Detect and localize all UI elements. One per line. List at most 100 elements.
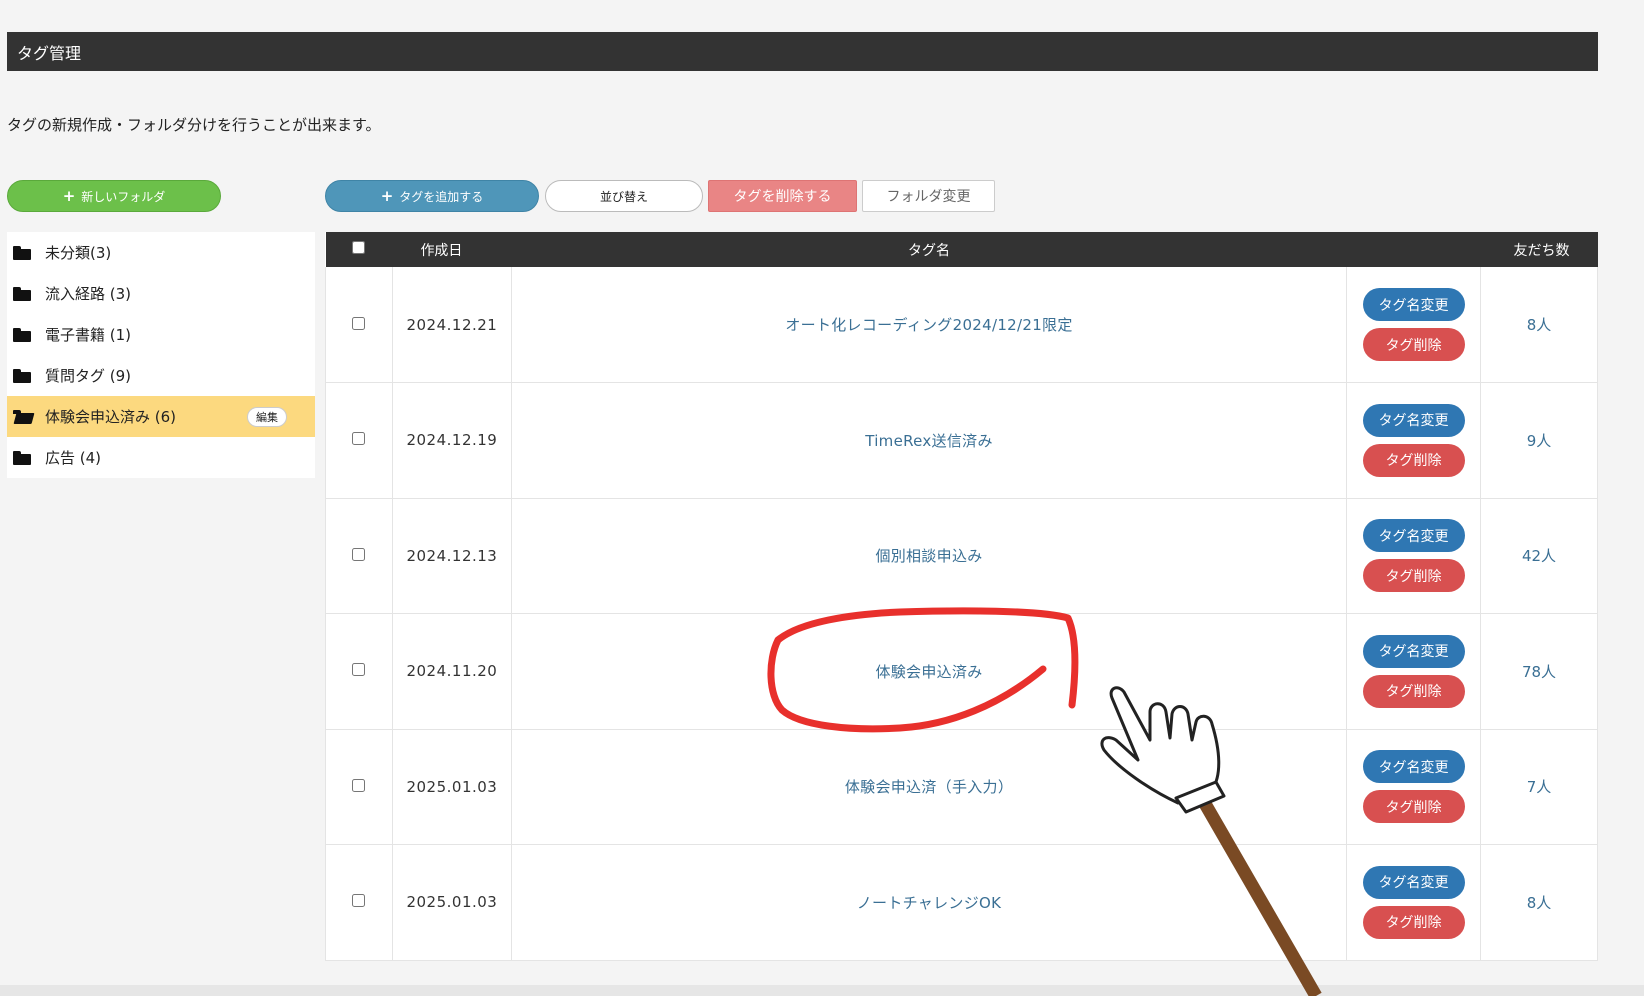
new-folder-label: 新しいフォルダ — [81, 189, 166, 204]
table-row: 2025.01.03 ノートチャレンジOK タグ名変更 タグ削除 8人 — [325, 844, 1598, 961]
folder-label: 体験会申込済み (6) — [45, 408, 177, 426]
friends-cell: 42人 — [1480, 497, 1598, 614]
delete-tag-button[interactable]: タグ削除 — [1362, 559, 1465, 593]
folder-item-trial-applied[interactable]: 体験会申込済み (6) 編集 — [7, 396, 315, 437]
row-checkbox[interactable] — [352, 316, 366, 330]
actions-cell: タグ名変更 タグ削除 — [1346, 267, 1482, 383]
rename-tag-button[interactable]: タグ名変更 — [1362, 519, 1465, 553]
folder-item-ebook[interactable]: 電子書籍 (1) — [7, 314, 315, 355]
tag-name-cell: オート化レコーディング2024/12/21限定 — [510, 267, 1348, 383]
plus-icon: + — [380, 186, 394, 205]
row-check-cell — [325, 382, 393, 499]
folder-sidebar: 未分類(3) 流入経路 (3) 電子書籍 (1) 質問タグ (9) 体験会申込済… — [7, 232, 315, 478]
tag-name-cell: 体験会申込済（手入力） — [510, 728, 1348, 845]
folder-icon — [13, 368, 31, 383]
folder-icon — [13, 286, 31, 301]
sort-button[interactable]: 並び替え — [545, 180, 703, 212]
created-date: 2025.01.03 — [391, 728, 512, 845]
friends-cell: 8人 — [1480, 267, 1598, 383]
friends-cell: 7人 — [1480, 728, 1598, 845]
delete-tag-button[interactable]: タグ削除 — [1362, 443, 1465, 477]
row-checkbox[interactable] — [352, 547, 366, 561]
select-all-checkbox[interactable] — [352, 241, 366, 254]
created-date: 2024.12.21 — [391, 267, 512, 383]
new-folder-button[interactable]: + 新しいフォルダ — [7, 180, 221, 212]
friend-count-link[interactable]: 78人 — [1522, 663, 1556, 681]
header-select-all-cell — [326, 232, 393, 267]
delete-tags-button[interactable]: タグを削除する — [708, 180, 857, 212]
tag-name-link[interactable]: TimeRex送信済み — [865, 432, 993, 450]
rename-tag-button[interactable]: タグ名変更 — [1362, 288, 1465, 321]
page-header: タグ管理 — [7, 32, 1598, 71]
table-row: 2025.01.03 体験会申込済（手入力） タグ名変更 タグ削除 7人 — [325, 728, 1598, 845]
friend-count-link[interactable]: 8人 — [1527, 894, 1552, 912]
folder-item-ads[interactable]: 広告 (4) — [7, 437, 315, 478]
bottom-strip — [0, 985, 1644, 996]
table-row: 2024.12.21 オート化レコーディング2024/12/21限定 タグ名変更… — [325, 267, 1598, 383]
created-date: 2024.11.20 — [391, 613, 512, 730]
friends-cell: 78人 — [1480, 613, 1598, 730]
row-checkbox[interactable] — [352, 432, 366, 446]
tag-name-cell: TimeRex送信済み — [510, 382, 1348, 499]
folder-label: 流入経路 (3) — [45, 285, 132, 303]
actions-cell: タグ名変更 タグ削除 — [1346, 728, 1482, 845]
folder-label: 電子書籍 (1) — [45, 326, 132, 344]
tag-name-cell: 個別相談申込み — [510, 497, 1348, 614]
folder-icon — [13, 327, 31, 342]
tag-name-link[interactable]: ノートチャレンジOK — [857, 894, 1002, 912]
page-description: タグの新規作成・フォルダ分けを行うことが出来ます。 — [7, 116, 381, 134]
change-folder-button[interactable]: フォルダ変更 — [862, 180, 995, 212]
actions-cell: タグ名変更 タグ削除 — [1346, 382, 1482, 499]
folder-label: 広告 (4) — [45, 449, 102, 467]
table-row: 2024.11.20 体験会申込済み タグ名変更 タグ削除 78人 — [325, 613, 1598, 730]
row-checkbox[interactable] — [352, 778, 366, 792]
rename-tag-button[interactable]: タグ名変更 — [1362, 750, 1465, 784]
row-checkbox[interactable] — [352, 894, 366, 908]
row-check-cell — [325, 844, 393, 961]
column-header-date: 作成日 — [420, 242, 463, 259]
tag-name-link[interactable]: 体験会申込済み — [875, 663, 982, 681]
actions-cell: タグ名変更 タグ削除 — [1346, 613, 1482, 730]
friend-count-link[interactable]: 7人 — [1527, 778, 1552, 796]
created-date: 2024.12.13 — [391, 497, 512, 614]
folder-item-uncategorized[interactable]: 未分類(3) — [7, 232, 315, 273]
actions-cell: タグ名変更 タグ削除 — [1346, 497, 1482, 614]
delete-tag-button[interactable]: タグ削除 — [1362, 328, 1465, 361]
delete-tag-button[interactable]: タグ削除 — [1362, 674, 1465, 708]
rename-tag-button[interactable]: タグ名変更 — [1362, 865, 1465, 899]
folder-icon — [13, 450, 31, 465]
folder-item-question-tags[interactable]: 質問タグ (9) — [7, 355, 315, 396]
delete-tag-button[interactable]: タグ削除 — [1362, 905, 1465, 939]
folder-item-inflow-route[interactable]: 流入経路 (3) — [7, 273, 315, 314]
folder-edit-button[interactable]: 編集 — [247, 407, 287, 427]
row-check-cell — [325, 267, 393, 383]
friend-count-link[interactable]: 9人 — [1527, 432, 1552, 450]
delete-tag-button[interactable]: タグ削除 — [1362, 790, 1465, 824]
friend-count-link[interactable]: 8人 — [1527, 316, 1552, 334]
friends-cell: 8人 — [1480, 844, 1598, 961]
table-header-row: 作成日 タグ名 友だち数 — [325, 232, 1598, 267]
friends-cell: 9人 — [1480, 382, 1598, 499]
column-header-tag-name: タグ名 — [908, 242, 950, 259]
friend-count-link[interactable]: 42人 — [1522, 547, 1556, 565]
folder-icon — [13, 245, 31, 260]
tag-name-cell: ノートチャレンジOK — [510, 844, 1348, 961]
created-date: 2024.12.19 — [391, 382, 512, 499]
rename-tag-button[interactable]: タグ名変更 — [1362, 634, 1465, 668]
tag-name-link[interactable]: 個別相談申込み — [875, 547, 982, 565]
folder-label: 未分類(3) — [45, 244, 112, 262]
page-title: タグ管理 — [17, 43, 82, 63]
tag-table: 作成日 タグ名 友だち数 2024.12.21 オート化レコーディング2024/… — [325, 232, 1598, 961]
table-row: 2024.12.13 個別相談申込み タグ名変更 タグ削除 42人 — [325, 497, 1598, 614]
row-check-cell — [325, 728, 393, 845]
plus-icon: + — [62, 186, 76, 205]
column-header-actions — [1347, 232, 1481, 267]
row-checkbox[interactable] — [352, 663, 366, 677]
tag-name-link[interactable]: 体験会申込済（手入力） — [845, 778, 1013, 796]
add-tag-button[interactable]: + タグを追加する — [325, 180, 539, 212]
tag-name-cell: 体験会申込済み — [510, 613, 1348, 730]
tag-name-link[interactable]: オート化レコーディング2024/12/21限定 — [785, 316, 1072, 334]
row-check-cell — [325, 497, 393, 614]
folder-open-icon — [13, 409, 31, 424]
rename-tag-button[interactable]: タグ名変更 — [1362, 403, 1465, 437]
